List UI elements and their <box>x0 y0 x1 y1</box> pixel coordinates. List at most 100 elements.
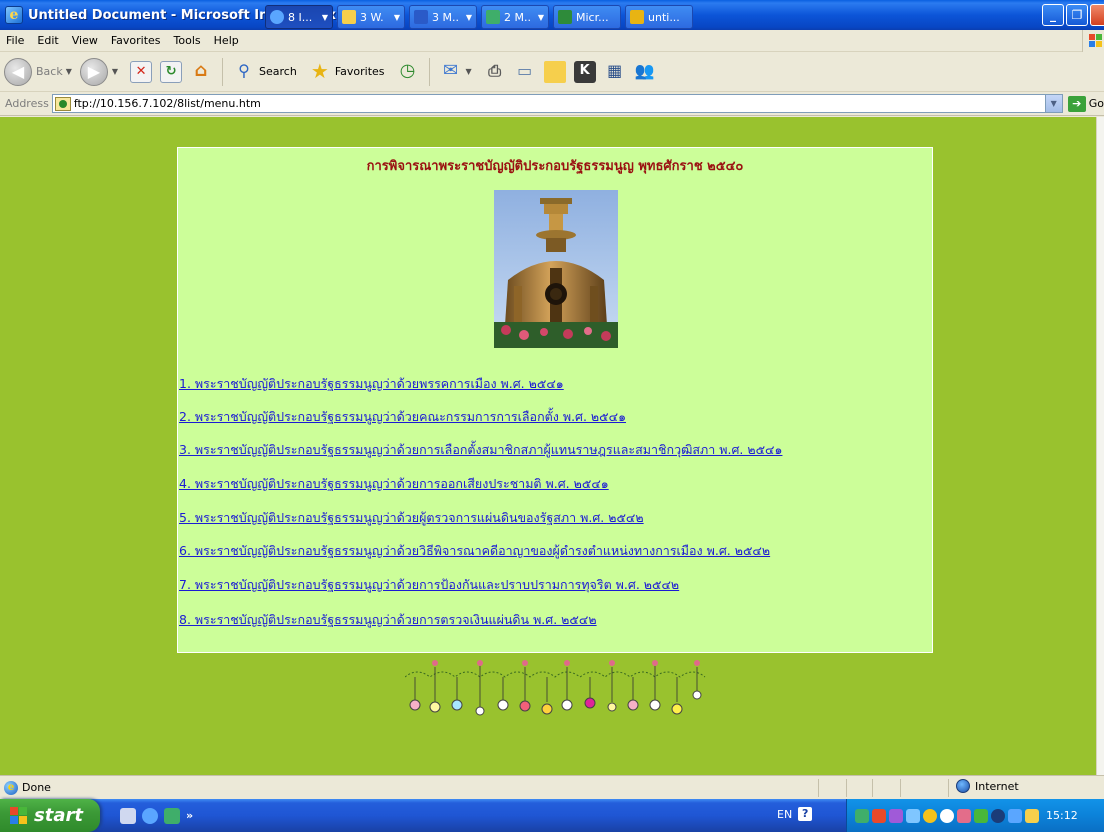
taskbar-button-messenger[interactable]: 2 M.. ▼ <box>481 5 549 29</box>
history-icon[interactable]: ◷ <box>397 60 419 83</box>
quicklaunch-more-icon[interactable]: » <box>186 809 193 822</box>
taskbar-button-word[interactable]: 3 M.. ▼ <box>409 5 477 29</box>
clock[interactable]: 15:12 <box>1046 809 1078 822</box>
task-label: 2 M.. <box>504 10 531 24</box>
folder-icon[interactable] <box>543 60 566 83</box>
address-label: Address <box>5 97 49 110</box>
tray-app-icon[interactable] <box>974 808 988 823</box>
menu-help[interactable]: Help <box>214 34 239 47</box>
messenger-quicklaunch-icon[interactable] <box>164 807 180 824</box>
research-icon[interactable]: ▦ <box>604 61 626 83</box>
status-done: e Done <box>4 780 51 795</box>
search-button-label[interactable]: Search <box>259 65 297 78</box>
close-button[interactable] <box>1090 4 1104 26</box>
tray-messenger-icon[interactable] <box>855 808 869 823</box>
link-item[interactable]: 4. พระราชบัญญัติประกอบรัฐธรรมนูญว่าด้วยก… <box>179 474 609 494</box>
status-divider <box>872 779 873 797</box>
untitled-task-icon <box>630 10 644 24</box>
word-task-icon <box>414 10 428 24</box>
link-item[interactable]: 6. พระราชบัญญัติประกอบรัฐธรรมนูญว่าด้วยว… <box>179 541 770 561</box>
messenger-people-icon[interactable]: 👥 <box>634 61 656 83</box>
ftp-folder-icon <box>54 96 71 111</box>
title-bar[interactable]: e Untitled Document - Microsoft Internet… <box>0 0 1104 30</box>
print-icon[interactable]: ⎙ <box>484 61 506 83</box>
tray-app-icon[interactable] <box>889 808 903 823</box>
menu-edit[interactable]: Edit <box>37 34 58 47</box>
start-button[interactable]: start <box>0 799 100 832</box>
language-bar[interactable]: EN ? <box>777 807 813 821</box>
home-icon[interactable]: ⌂ <box>190 60 212 83</box>
status-divider <box>900 779 901 797</box>
menu-panel: การพิจารณาพระราชบัญญัติประกอบรัฐธรรมนูญ … <box>177 147 933 653</box>
help-icon[interactable]: ? <box>798 807 813 821</box>
tray-antivirus-icon[interactable] <box>991 808 1005 823</box>
link-item[interactable]: 5. พระราชบัญญัติประกอบรัฐธรรมนูญว่าด้วยผ… <box>179 508 644 528</box>
link-item[interactable]: 7. พระราชบัญญัติประกอบรัฐธรรมนูญว่าด้วยก… <box>179 575 679 595</box>
link-item[interactable]: 1. พระราชบัญญัติประกอบรัฐธรรมนูญว่าด้วยพ… <box>179 374 564 394</box>
link-item[interactable]: 3. พระราชบัญญัติประกอบรัฐธรรมนูญว่าด้วยก… <box>179 440 782 460</box>
taskbar-button-ie[interactable]: 8 I... ▼ <box>265 5 333 29</box>
system-tray: 15:12 <box>846 799 1104 832</box>
go-arrow-icon: ➔ <box>1067 95 1086 112</box>
back-dropdown-icon[interactable]: ▼ <box>66 67 72 76</box>
window-controls: _ ❐ <box>1042 4 1104 26</box>
go-label: Go <box>1088 97 1104 110</box>
address-input[interactable]: ftp://10.156.7.102/8list/menu.htm ▼ <box>51 94 1063 113</box>
tray-app-icon[interactable] <box>1025 808 1039 823</box>
ie-app-icon[interactable]: e <box>5 6 23 24</box>
menu-tools[interactable]: Tools <box>174 34 201 47</box>
favorites-button-label[interactable]: Favorites <box>335 65 385 78</box>
forward-dropdown-icon[interactable]: ▼ <box>112 67 118 76</box>
windows-flag-icon <box>10 806 28 825</box>
ie-task-icon <box>270 10 284 24</box>
messenger-k-icon[interactable]: K <box>573 60 596 83</box>
page-title: การพิจารณาพระราชบัญญัติประกอบรัฐธรรมนูญ … <box>366 159 744 174</box>
folder-task-icon <box>342 10 356 24</box>
menu-bar: File Edit View Favorites Tools Help <box>0 30 1104 52</box>
toolbar-separator <box>428 57 430 86</box>
refresh-icon[interactable]: ↻ <box>160 60 183 83</box>
back-arrow-icon[interactable]: ◀ <box>4 57 32 86</box>
mail-icon[interactable]: ✉ <box>440 60 462 83</box>
favorites-star-icon[interactable]: ★ <box>309 61 331 83</box>
menu-favorites[interactable]: Favorites <box>111 34 161 47</box>
taskbar-button-explorer[interactable]: 3 W. ▼ <box>337 5 405 29</box>
toolbar-separator <box>222 57 224 86</box>
tray-app-icon[interactable] <box>1008 808 1022 823</box>
show-desktop-icon[interactable] <box>120 807 136 824</box>
status-divider <box>846 779 847 797</box>
link-item[interactable]: 2. พระราชบัญญัติประกอบรัฐธรรมนูญว่าด้วยค… <box>179 407 626 427</box>
vertical-scrollbar[interactable] <box>1096 117 1104 775</box>
stop-icon[interactable]: ✕ <box>130 60 153 83</box>
menu-view[interactable]: View <box>72 34 98 47</box>
task-label: 3 W. <box>360 10 384 24</box>
minimize-button[interactable]: _ <box>1042 4 1064 26</box>
language-indicator[interactable]: EN <box>777 808 792 821</box>
go-button[interactable]: ➔ Go <box>1067 95 1104 112</box>
status-text: Done <box>22 781 51 794</box>
tray-sound-icon[interactable] <box>940 808 954 823</box>
taskbar-button-excel[interactable]: Micr... <box>553 5 621 29</box>
address-dropdown-icon[interactable]: ▼ <box>1044 95 1062 112</box>
forward-arrow-icon[interactable]: ▶ <box>79 57 108 86</box>
tray-chat-icon[interactable] <box>923 808 937 823</box>
status-divider <box>948 779 949 797</box>
maximize-button[interactable]: ❐ <box>1066 4 1088 26</box>
tray-network-icon[interactable] <box>906 808 920 823</box>
search-icon[interactable]: ⚲ <box>233 61 255 83</box>
mail-dropdown-icon[interactable]: ▼ <box>466 67 472 76</box>
decorative-garland-image <box>404 657 710 717</box>
menu-file[interactable]: File <box>6 34 24 47</box>
page-viewport[interactable]: การพิจารณาพระราชบัญญัติประกอบรัฐธรรมนูญ … <box>0 117 1096 775</box>
tray-k-icon[interactable] <box>872 808 886 823</box>
tray-app-icon[interactable] <box>957 808 971 823</box>
security-zone: Internet <box>956 779 1019 793</box>
link-item[interactable]: 8. พระราชบัญญัติประกอบรัฐธรรมนูญว่าด้วยก… <box>179 610 597 630</box>
task-dropdown-icon: ▼ <box>393 12 400 22</box>
address-url[interactable]: ftp://10.156.7.102/8list/menu.htm <box>74 97 261 110</box>
edit-icon[interactable]: ▭ <box>514 61 536 83</box>
quick-launch: » <box>120 807 193 824</box>
ie-quicklaunch-icon[interactable] <box>142 807 158 824</box>
taskbar-button-untitled[interactable]: unti... <box>625 5 693 29</box>
back-button-label[interactable]: Back <box>36 65 63 78</box>
